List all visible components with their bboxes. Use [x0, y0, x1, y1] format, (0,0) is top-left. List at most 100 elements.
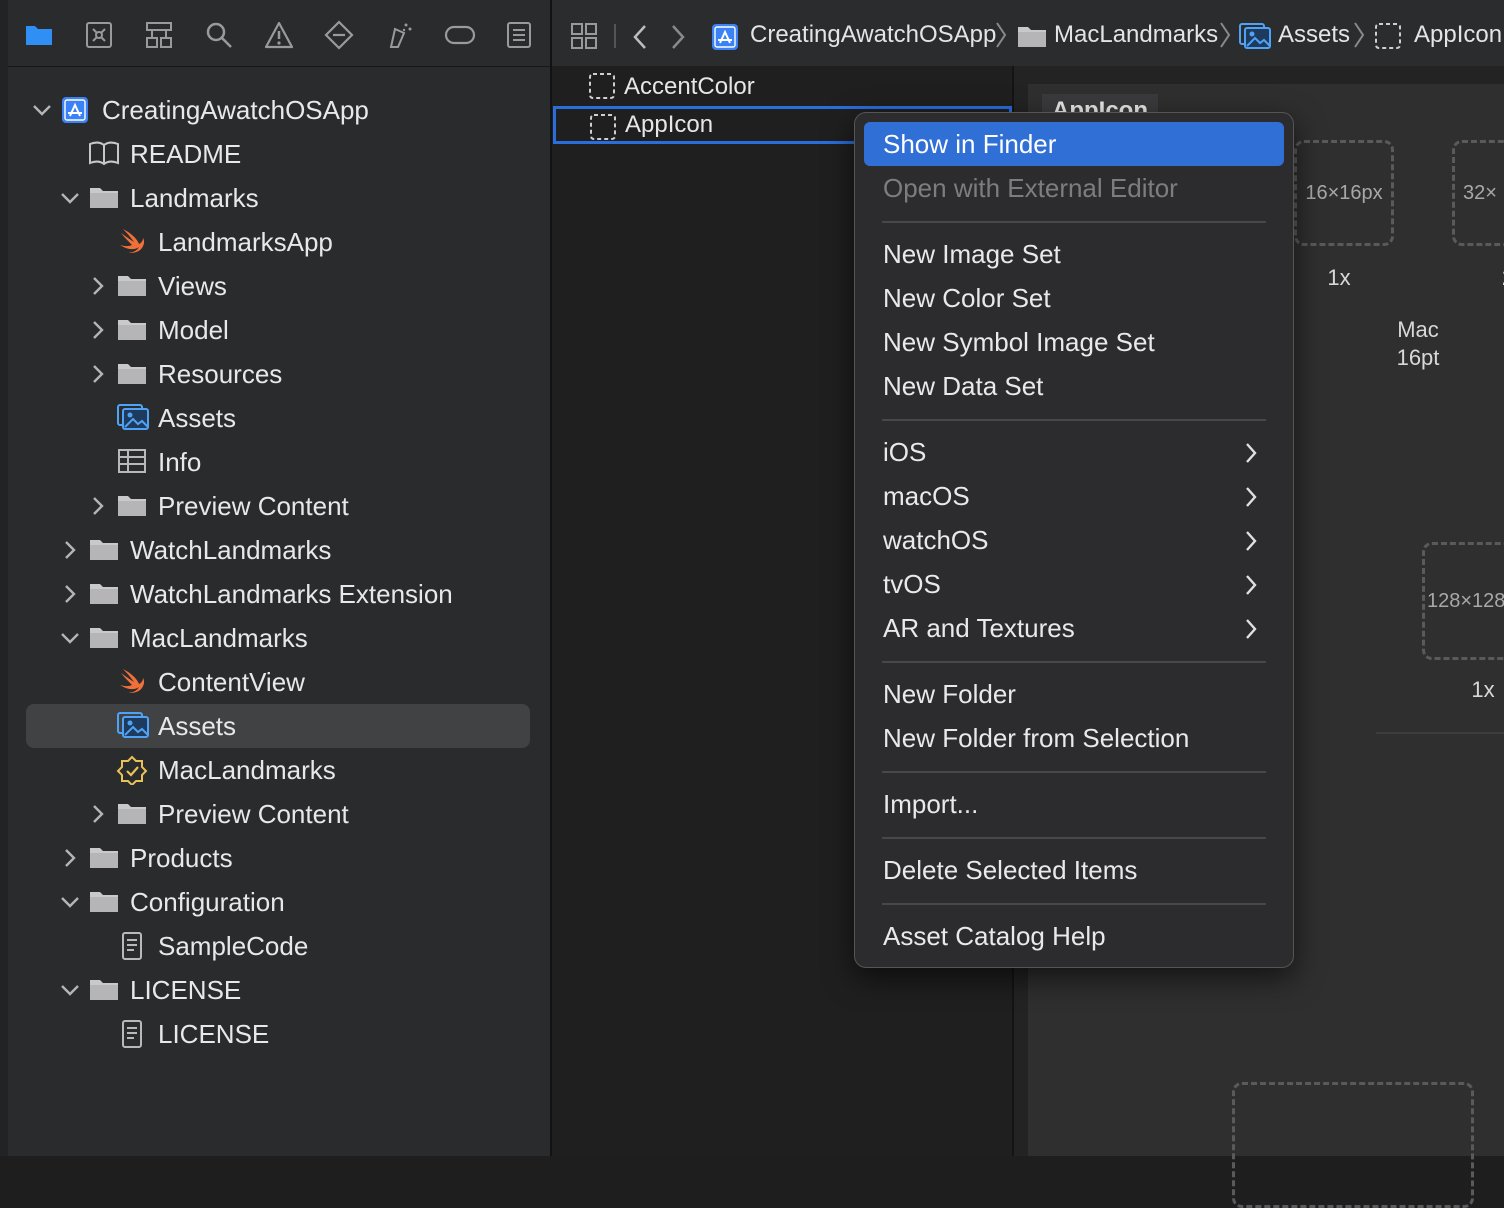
- disclosure-closed-icon[interactable]: [88, 804, 108, 824]
- related-items-icon[interactable]: [570, 22, 598, 50]
- nav-item-license[interactable]: LICENSE: [8, 968, 550, 1012]
- nav-item-model[interactable]: Model: [8, 308, 550, 352]
- folder-icon[interactable]: [1016, 22, 1048, 50]
- nav-item-maclandmarks[interactable]: MacLandmarks: [8, 748, 550, 792]
- forward-arrow-icon[interactable]: [670, 24, 686, 50]
- asset-item-accentcolor[interactable]: AccentColor: [552, 68, 1012, 106]
- toolbar-divider: [614, 24, 616, 48]
- asset-placeholder-icon[interactable]: [1374, 22, 1402, 50]
- nav-item-landmarksapp[interactable]: LandmarksApp: [8, 220, 550, 264]
- nav-item-resources[interactable]: Resources: [8, 352, 550, 396]
- menu-item-label: Open with External Editor: [883, 173, 1178, 203]
- menu-item-delete-selected-items[interactable]: Delete Selected Items: [864, 848, 1284, 892]
- menu-item-watchos[interactable]: watchOS: [864, 518, 1284, 562]
- submenu-chevron-icon: [1244, 530, 1258, 552]
- folder-icon: [88, 975, 120, 1005]
- disclosure-closed-icon[interactable]: [88, 364, 108, 384]
- nav-item-label: Assets: [158, 711, 237, 741]
- breakpoint-icon[interactable]: [324, 20, 354, 50]
- nav-item-preview-content[interactable]: Preview Content: [8, 792, 550, 836]
- nav-item-products[interactable]: Products: [8, 836, 550, 880]
- menu-item-tvos[interactable]: tvOS: [864, 562, 1284, 606]
- icon-slot-large[interactable]: [1232, 1082, 1474, 1208]
- nav-item-info[interactable]: Info: [8, 440, 550, 484]
- report-icon[interactable]: [504, 20, 534, 50]
- menu-item-label: Show in Finder: [883, 129, 1057, 159]
- nav-item-license[interactable]: LICENSE: [8, 1012, 550, 1056]
- nav-item-views[interactable]: Views: [8, 264, 550, 308]
- scale-label: 1x: [1327, 265, 1351, 290]
- disclosure-open-icon[interactable]: [60, 892, 80, 912]
- submenu-chevron-icon: [1244, 574, 1258, 596]
- breadcrumb-item[interactable]: Assets: [1278, 20, 1350, 50]
- nav-item-landmarks[interactable]: Landmarks: [8, 176, 550, 220]
- menu-item-ios[interactable]: iOS: [864, 430, 1284, 474]
- menu-item-macos[interactable]: macOS: [864, 474, 1284, 518]
- breadcrumb-item[interactable]: AppIcon: [1414, 20, 1502, 50]
- menu-item-new-folder-from-selection[interactable]: New Folder from Selection: [864, 716, 1284, 760]
- nav-item-label: MacLandmarks: [158, 755, 336, 785]
- nav-item-watchlandmarks-extension[interactable]: WatchLandmarks Extension: [8, 572, 550, 616]
- asset-catalog-icon[interactable]: [1238, 22, 1272, 50]
- disclosure-closed-icon[interactable]: [88, 320, 108, 340]
- nav-item-maclandmarks[interactable]: MacLandmarks: [8, 616, 550, 660]
- hierarchy-icon[interactable]: [144, 20, 174, 50]
- disclosure-closed-icon[interactable]: [60, 848, 80, 868]
- nav-item-preview-content[interactable]: Preview Content: [8, 484, 550, 528]
- disclosure-open-icon[interactable]: [60, 188, 80, 208]
- menu-item-new-symbol-image-set[interactable]: New Symbol Image Set: [864, 320, 1284, 364]
- icon-slot-16[interactable]: 16×16px: [1294, 140, 1394, 246]
- disclosure-open-icon[interactable]: [60, 980, 80, 1000]
- warning-icon[interactable]: [264, 20, 294, 50]
- menu-item-label: New Folder from Selection: [883, 723, 1190, 753]
- folder-icon: [88, 535, 120, 565]
- nav-item-configuration[interactable]: Configuration: [8, 880, 550, 924]
- nav-item-assets[interactable]: Assets: [8, 396, 550, 440]
- menu-separator: [882, 419, 1266, 421]
- tag-icon[interactable]: [444, 20, 476, 50]
- disclosure-open-icon[interactable]: [60, 628, 80, 648]
- menu-item-new-image-set[interactable]: New Image Set: [864, 232, 1284, 276]
- asset-item-label: AppIcon: [625, 111, 714, 138]
- icon-slot-128[interactable]: 128×128: [1422, 542, 1504, 660]
- menu-item-label: iOS: [883, 437, 927, 467]
- icon-slot-32[interactable]: 32×: [1452, 140, 1504, 246]
- back-arrow-icon[interactable]: [632, 24, 648, 50]
- app-project-icon[interactable]: [710, 22, 740, 52]
- folder-icon[interactable]: [24, 20, 54, 50]
- nav-item-readme[interactable]: README: [8, 132, 550, 176]
- search-icon[interactable]: [204, 20, 234, 50]
- debug-icon[interactable]: [384, 20, 414, 50]
- disclosure-closed-icon[interactable]: [88, 496, 108, 516]
- menu-item-ar-and-textures[interactable]: AR and Textures: [864, 606, 1284, 650]
- menu-item-import[interactable]: Import...: [864, 782, 1284, 826]
- nav-item-watchlandmarks[interactable]: WatchLandmarks: [8, 528, 550, 572]
- disclosure-open-icon[interactable]: [32, 100, 52, 120]
- nav-item-contentview[interactable]: ContentView: [8, 660, 550, 704]
- menu-item-asset-catalog-help[interactable]: Asset Catalog Help: [864, 914, 1284, 958]
- menu-item-new-folder[interactable]: New Folder: [864, 672, 1284, 716]
- source-control-icon[interactable]: [84, 20, 114, 50]
- breadcrumb-item[interactable]: MacLandmarks: [1054, 20, 1218, 50]
- nav-item-samplecode[interactable]: SampleCode: [8, 924, 550, 968]
- disclosure-closed-icon[interactable]: [60, 540, 80, 560]
- scale-label: 1x: [1471, 677, 1495, 702]
- scale-label: 2: [1498, 264, 1504, 292]
- disclosure-closed-icon[interactable]: [88, 276, 108, 296]
- menu-separator: [882, 837, 1266, 839]
- nav-item-label: Assets: [158, 403, 237, 433]
- nav-item-assets[interactable]: Assets: [26, 704, 530, 748]
- nav-item-creatingawatchosapp[interactable]: CreatingAwatchOSApp: [8, 88, 550, 132]
- menu-item-new-data-set[interactable]: New Data Set: [864, 364, 1284, 408]
- nav-item-label: Preview Content: [158, 799, 349, 829]
- disclosure-closed-icon[interactable]: [60, 584, 80, 604]
- menu-item-label: Delete Selected Items: [883, 855, 1138, 885]
- nav-item-label: LICENSE: [158, 1019, 270, 1049]
- folder-icon: [88, 623, 120, 653]
- menu-item-show-in-finder[interactable]: Show in Finder: [864, 122, 1284, 166]
- nav-item-label: LandmarksApp: [158, 227, 333, 257]
- slot-size-label: 32×: [1463, 181, 1497, 204]
- breadcrumb-item[interactable]: CreatingAwatchOSApp: [750, 20, 996, 50]
- menu-item-new-color-set[interactable]: New Color Set: [864, 276, 1284, 320]
- editor-toolbar: CreatingAwatchOSApp MacLandmarks Assets App…: [552, 0, 1504, 67]
